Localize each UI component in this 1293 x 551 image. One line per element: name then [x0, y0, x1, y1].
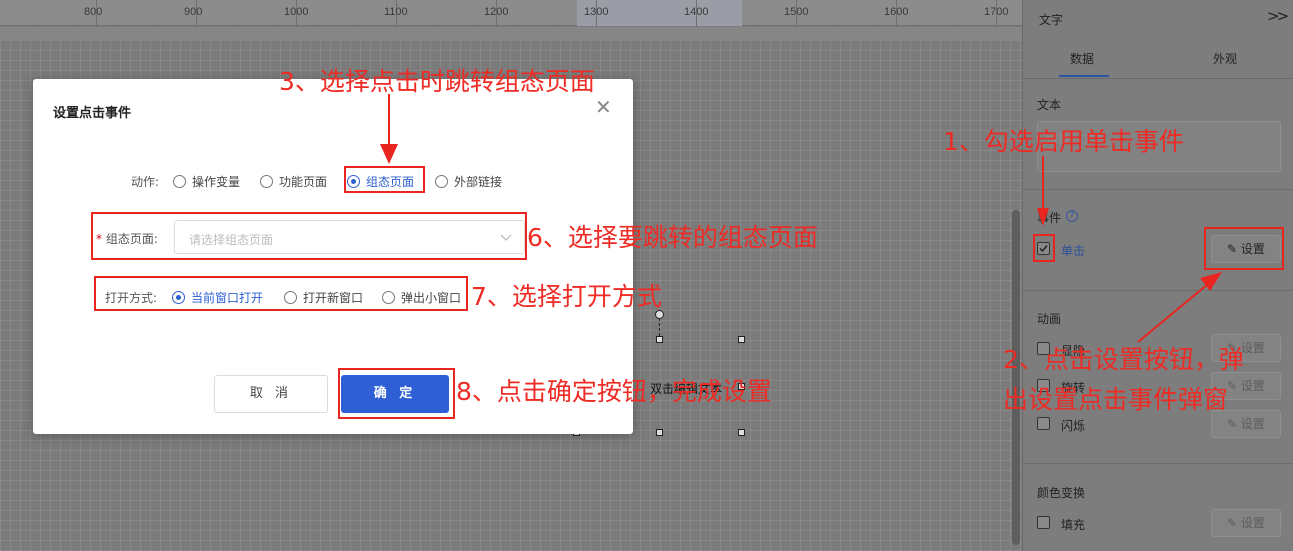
close-icon[interactable]: ✕ — [595, 95, 612, 119]
click-event-label: 单击 — [1061, 244, 1086, 258]
rotate-handle-line — [659, 318, 660, 336]
properties-panel: 文字 >> 数据 外观 文本 请输入文本 事件 ? 单击 ✎ 设置 动画 显隐 … — [1022, 0, 1293, 551]
annotation-step7: 7、选择打开方式 — [471, 282, 662, 311]
annotation-step8: 8、点击确定按钮，完成设置 — [456, 377, 772, 406]
panel-title: 文字 — [1039, 13, 1064, 27]
pencil-icon: ✎ — [1227, 379, 1241, 393]
action-radio-external-link[interactable]: 外部链接 — [435, 173, 502, 190]
highlight-box-page-select — [91, 212, 527, 260]
animation-section-label: 动画 — [1037, 312, 1062, 326]
color-fill-label: 填充 — [1061, 518, 1086, 532]
highlight-box-click-checkbox — [1033, 234, 1055, 262]
canvas-scrollbar[interactable] — [1012, 210, 1020, 545]
help-icon[interactable]: ? — [1066, 210, 1078, 222]
ruler-tick: 1600 — [884, 0, 908, 26]
animation-blink-checkbox[interactable] — [1037, 417, 1050, 430]
divider — [1023, 463, 1293, 464]
divider — [1023, 290, 1293, 291]
pencil-icon: ✎ — [1227, 516, 1241, 530]
tab-appearance[interactable]: 外观 — [1213, 50, 1237, 67]
ruler-tick: 1000 — [284, 0, 308, 26]
dialog-title: 设置点击事件 — [53, 106, 132, 121]
active-tab-indicator — [1059, 75, 1109, 77]
cancel-button[interactable]: 取 消 — [214, 375, 328, 413]
highlight-box-open-mode — [94, 276, 468, 311]
collapse-panel-icon[interactable]: >> — [1267, 7, 1289, 25]
action-label: 动作: — [131, 175, 160, 189]
color-fill-settings-button[interactable]: ✎ 设置 — [1211, 509, 1281, 537]
annotation-step2-line2: 出设置点击事件弹窗 — [1003, 385, 1229, 414]
horizontal-ruler: 800 900 1000 1100 1200 1300 1400 1500 16… — [0, 0, 1022, 26]
highlight-box-scada-page-radio — [344, 166, 425, 193]
highlight-box-confirm-button — [338, 368, 455, 419]
ruler-tick: 1100 — [384, 0, 408, 26]
ruler-tick: 900 — [184, 0, 202, 26]
text-section-label: 文本 — [1037, 98, 1062, 112]
ruler-tick: 1300 — [584, 0, 608, 26]
annotation-step2-line1: 2、点击设置按钮，弹 — [1003, 345, 1244, 374]
resize-handle[interactable] — [738, 429, 745, 436]
highlight-box-settings-button — [1204, 227, 1284, 270]
resize-handle[interactable] — [656, 336, 663, 343]
divider — [1023, 78, 1293, 79]
ruler-tick: 1500 — [784, 0, 808, 26]
ruler-tick: 800 — [84, 0, 102, 26]
resize-handle[interactable] — [656, 429, 663, 436]
annotation-step6: 6、选择要跳转的组态页面 — [527, 223, 818, 252]
animation-blink-settings-button[interactable]: ✎ 设置 — [1211, 410, 1281, 438]
annotation-step1: 1、勾选启用单击事件 — [943, 127, 1184, 156]
canvas-top-strip — [0, 27, 1022, 41]
action-radio-function-page[interactable]: 功能页面 — [260, 173, 327, 190]
color-fill-checkbox[interactable] — [1037, 516, 1050, 529]
resize-handle[interactable] — [738, 336, 745, 343]
action-radio-variable[interactable]: 操作变量 — [173, 173, 240, 190]
pencil-icon: ✎ — [1227, 417, 1241, 431]
divider — [1023, 189, 1293, 190]
ruler-tick: 1700 — [984, 0, 1008, 26]
annotation-step3: 3、选择点击时跳转组态页面 — [279, 67, 595, 96]
ruler-tick: 1200 — [484, 0, 508, 26]
ruler-tick: 1400 — [684, 0, 708, 26]
event-section-label: 事件 — [1037, 211, 1062, 225]
animation-blink-label: 闪烁 — [1061, 419, 1086, 433]
tab-data[interactable]: 数据 — [1070, 50, 1094, 67]
color-section-label: 颜色变换 — [1037, 486, 1086, 500]
